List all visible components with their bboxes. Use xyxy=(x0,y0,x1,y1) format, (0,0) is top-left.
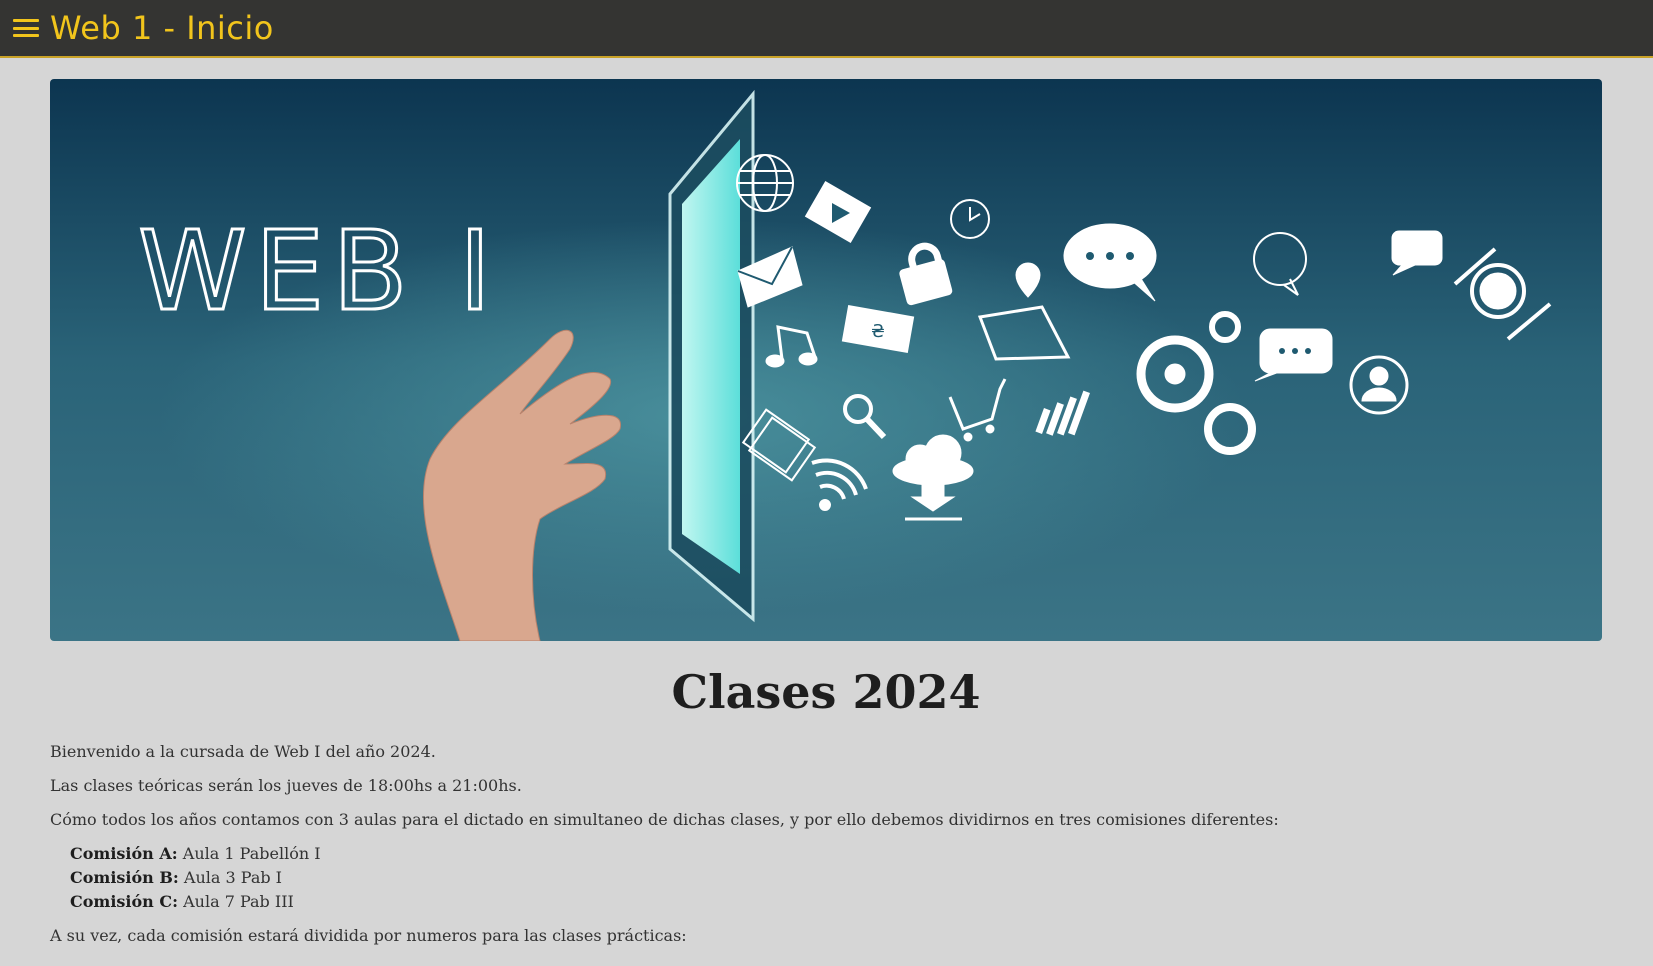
site-title: Web 1 - Inicio xyxy=(50,9,274,47)
list-item: Comisión B: Aula 3 Pab I xyxy=(70,868,282,887)
main-content: Clases 2024 Bienvenido a la cursada de W… xyxy=(50,662,1602,945)
hamburger-menu-icon[interactable] xyxy=(13,17,39,39)
banner-text: WEB I xyxy=(138,207,499,335)
list-item: Comisión A: Aula 1 Pabellón I xyxy=(70,844,321,863)
page-title: Clases 2024 xyxy=(671,665,981,719)
top-navbar: Web 1 - Inicio xyxy=(0,0,1653,58)
comisiones-list: Comisión A: Aula 1 Pabellón I Comisión B… xyxy=(70,842,321,914)
schedule-paragraph: Las clases teóricas serán los jueves de … xyxy=(50,776,522,795)
svg-text:₴: ₴ xyxy=(871,321,885,342)
aulas-paragraph: Cómo todos los años contamos con 3 aulas… xyxy=(50,810,1279,829)
banner-image: WEB I ₴ xyxy=(50,79,1602,641)
list-item: Comisión C: Aula 7 Pab III xyxy=(70,892,294,911)
hero-banner: WEB I ₴ xyxy=(50,79,1602,641)
division-paragraph: A su vez, cada comisión estará dividida … xyxy=(50,926,687,945)
welcome-paragraph: Bienvenido a la cursada de Web I del año… xyxy=(50,742,436,761)
